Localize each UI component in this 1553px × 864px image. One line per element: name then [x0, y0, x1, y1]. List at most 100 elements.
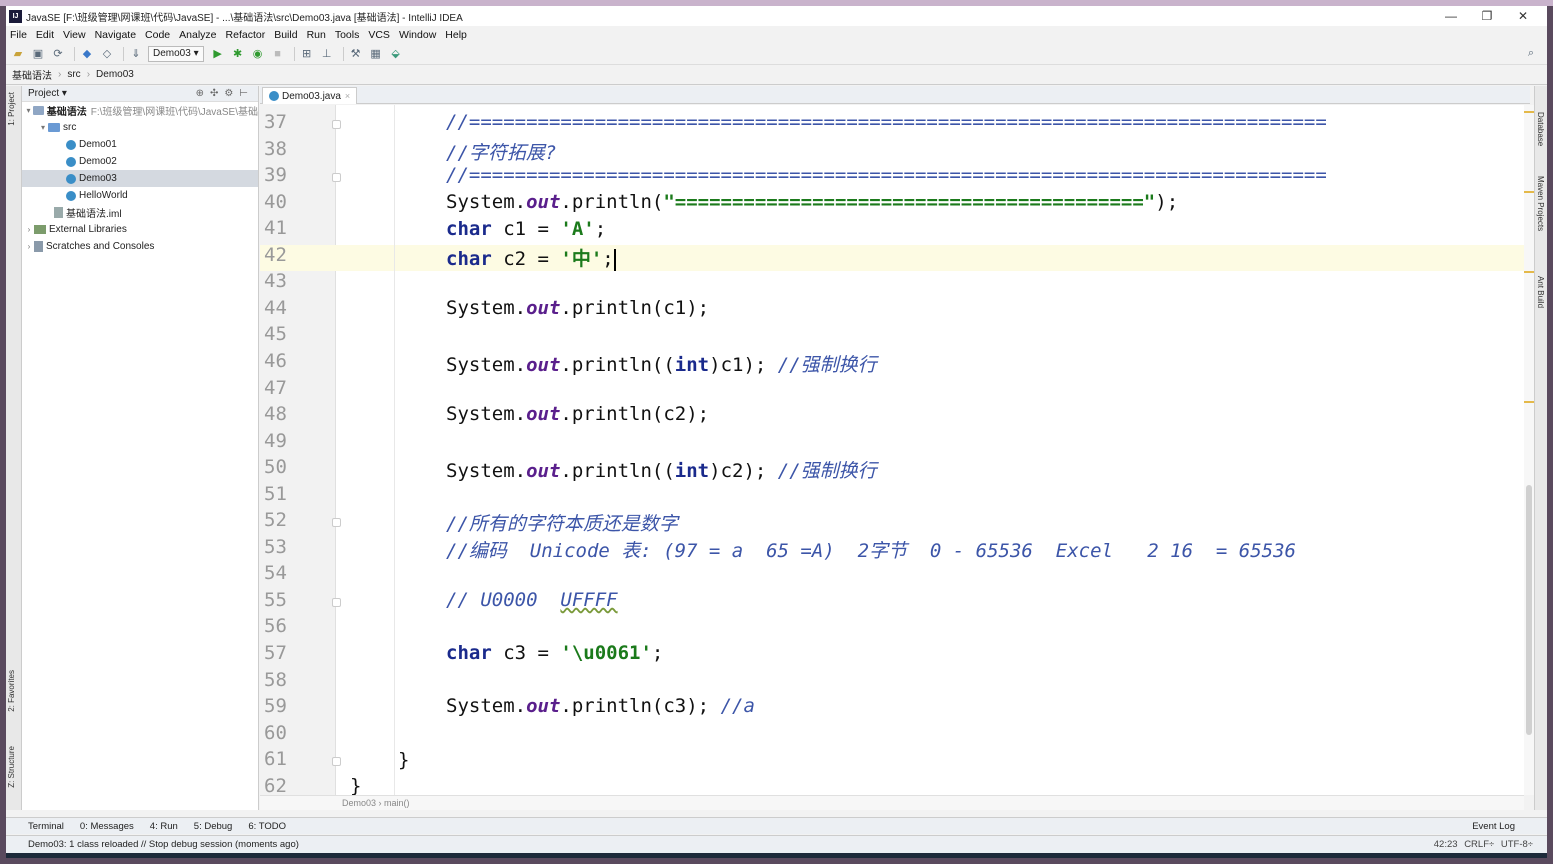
file-encoding[interactable]: UTF-8÷ — [1501, 839, 1533, 850]
build-icon[interactable]: ⇓ — [128, 46, 144, 62]
project-structure-icon[interactable]: ▦ — [368, 46, 384, 62]
scrollbar-thumb[interactable] — [1526, 485, 1532, 735]
java-class-icon — [66, 190, 76, 201]
tree-module-root[interactable]: ▾ 基础语法 F:\班级管理\网课班\代码\JavaSE\基础 — [22, 102, 258, 119]
tree-file-demo01[interactable]: Demo01 — [22, 136, 258, 153]
collapse-arrow-icon[interactable]: › — [24, 225, 34, 234]
code-token: )c1); — [709, 354, 778, 376]
search-everywhere-icon[interactable]: ⌕ — [1523, 46, 1539, 62]
messages-tab[interactable]: 0: Messages — [80, 821, 134, 832]
forward-icon[interactable]: ◇ — [99, 46, 115, 62]
breadcrumb-separator: › — [58, 69, 62, 80]
close-button[interactable]: ✕ — [1505, 6, 1541, 26]
sync-icon[interactable]: ⟳ — [50, 46, 66, 62]
line-separator[interactable]: CRLF÷ — [1464, 839, 1494, 850]
breadcrumb-module[interactable]: 基础语法 — [12, 67, 52, 82]
terminal-tab[interactable]: Terminal — [28, 821, 64, 832]
coverage-icon[interactable]: ◉ — [250, 46, 266, 62]
open-folder-icon[interactable]: ▰ — [10, 46, 26, 62]
vcs-commit-icon[interactable]: ⊥ — [319, 46, 335, 62]
tree-file-demo02[interactable]: Demo02 — [22, 153, 258, 170]
menu-run[interactable]: Run — [307, 29, 326, 41]
todo-tab[interactable]: 6: TODO — [248, 821, 286, 832]
menu-view[interactable]: View — [63, 29, 86, 41]
status-message[interactable]: Demo03: 1 class reloaded // Stop debug s… — [28, 839, 299, 850]
tree-file-iml[interactable]: 基础语法.iml — [22, 204, 258, 221]
warning-marker[interactable] — [1524, 191, 1534, 193]
vcs-update-icon[interactable]: ⊞ — [299, 46, 315, 62]
tree-file-helloworld[interactable]: HelloWorld — [22, 187, 258, 204]
menu-file[interactable]: File — [10, 29, 27, 41]
project-panel-tools[interactable]: ⊕✣⚙⊢ — [196, 88, 254, 99]
project-panel-header: Project ▾ ⊕✣⚙⊢ — [22, 86, 258, 102]
debug-icon[interactable]: ✱ — [230, 46, 246, 62]
project-tool-tab[interactable]: 1: Project — [7, 92, 16, 126]
run-configuration-select[interactable]: Demo03 ▾ — [148, 45, 204, 62]
save-icon[interactable]: ▣ — [30, 46, 46, 62]
ant-build-tool-tab[interactable]: Ant Build — [1536, 276, 1545, 308]
favorites-tool-tab[interactable]: 2: Favorites — [7, 670, 16, 712]
structure-tool-tab[interactable]: Z: Structure — [7, 746, 16, 788]
module-name: 基础语法 — [46, 107, 87, 118]
menu-vcs[interactable]: VCS — [368, 29, 390, 41]
fold-marker-icon[interactable] — [332, 598, 341, 607]
tree-scratches[interactable]: › Scratches and Consoles — [22, 238, 258, 255]
debug-tab[interactable]: 5: Debug — [194, 821, 233, 832]
settings-icon[interactable]: ⚒ — [348, 46, 364, 62]
database-tool-tab[interactable]: Database — [1536, 112, 1545, 146]
caret-position[interactable]: 42:23 — [1434, 839, 1458, 850]
back-icon[interactable]: ◆ — [79, 46, 95, 62]
editor-breadcrumb[interactable]: Demo03 › main() — [260, 795, 1524, 810]
stop-icon[interactable]: ■ — [270, 46, 286, 62]
code-editor[interactable]: 37 38 39 40 41 42 43 44 45 46 47 48 49 50 51 52 53 54 55 56… — [260, 105, 1524, 795]
run-tab[interactable]: 4: Run — [150, 821, 178, 832]
menu-edit[interactable]: Edit — [36, 29, 54, 41]
code-token: .println( — [560, 191, 664, 213]
restore-button[interactable]: ❐ — [1469, 6, 1505, 26]
line-number: 47 — [264, 377, 287, 399]
fold-marker-icon[interactable] — [332, 173, 341, 182]
editor-scrollbar[interactable] — [1524, 105, 1534, 795]
menu-window[interactable]: Window — [399, 29, 436, 41]
run-icon[interactable]: ▶ — [210, 46, 226, 62]
status-bar: Demo03: 1 class reloaded // Stop debug s… — [6, 835, 1547, 853]
code-token: .println(( — [560, 354, 675, 376]
close-tab-icon[interactable]: × — [345, 91, 350, 101]
warning-marker[interactable] — [1524, 111, 1534, 113]
menu-refactor[interactable]: Refactor — [226, 29, 266, 41]
fold-marker-icon[interactable] — [332, 518, 341, 527]
tree-src-folder[interactable]: ▾ src — [22, 119, 258, 136]
minimize-button[interactable]: — — [1433, 6, 1469, 26]
line-number: 41 — [264, 217, 287, 239]
editor-tab-demo03[interactable]: Demo03.java × — [262, 87, 358, 104]
project-view-selector[interactable]: Project ▾ — [28, 88, 67, 99]
warning-marker[interactable] — [1524, 271, 1534, 273]
warning-marker[interactable] — [1524, 401, 1534, 403]
event-log-tab[interactable]: Event Log — [1472, 821, 1515, 832]
menu-code[interactable]: Code — [145, 29, 170, 41]
breadcrumb-file[interactable]: Demo03 — [96, 69, 134, 80]
line-number: 59 — [264, 695, 287, 717]
menu-tools[interactable]: Tools — [335, 29, 360, 41]
line-number: 58 — [264, 669, 287, 691]
menu-analyze[interactable]: Analyze — [179, 29, 216, 41]
expand-arrow-icon[interactable]: ▾ — [38, 123, 48, 132]
menu-build[interactable]: Build — [274, 29, 297, 41]
menu-help[interactable]: Help — [445, 29, 467, 41]
sdk-icon[interactable]: ⬙ — [388, 46, 404, 62]
char-literal: '中' — [560, 248, 603, 270]
expand-arrow-icon[interactable]: ▾ — [24, 106, 33, 115]
breadcrumb-src[interactable]: src — [67, 69, 80, 80]
tree-external-libraries[interactable]: › External Libraries — [22, 221, 258, 238]
menu-navigate[interactable]: Navigate — [95, 29, 136, 41]
fold-marker-icon[interactable] — [332, 120, 341, 129]
maven-tool-tab[interactable]: Maven Projects — [1536, 176, 1545, 231]
collapse-arrow-icon[interactable]: › — [24, 242, 34, 251]
code-token: )c2); — [709, 460, 778, 482]
code-line-44: System.out.println(c1); — [446, 297, 709, 319]
char-literal: 'A' — [560, 218, 595, 240]
line-number: 53 — [264, 536, 287, 558]
fold-marker-icon[interactable] — [332, 757, 341, 766]
tree-file-demo03[interactable]: Demo03 — [22, 170, 258, 187]
comment: // U0000 — [446, 589, 561, 611]
